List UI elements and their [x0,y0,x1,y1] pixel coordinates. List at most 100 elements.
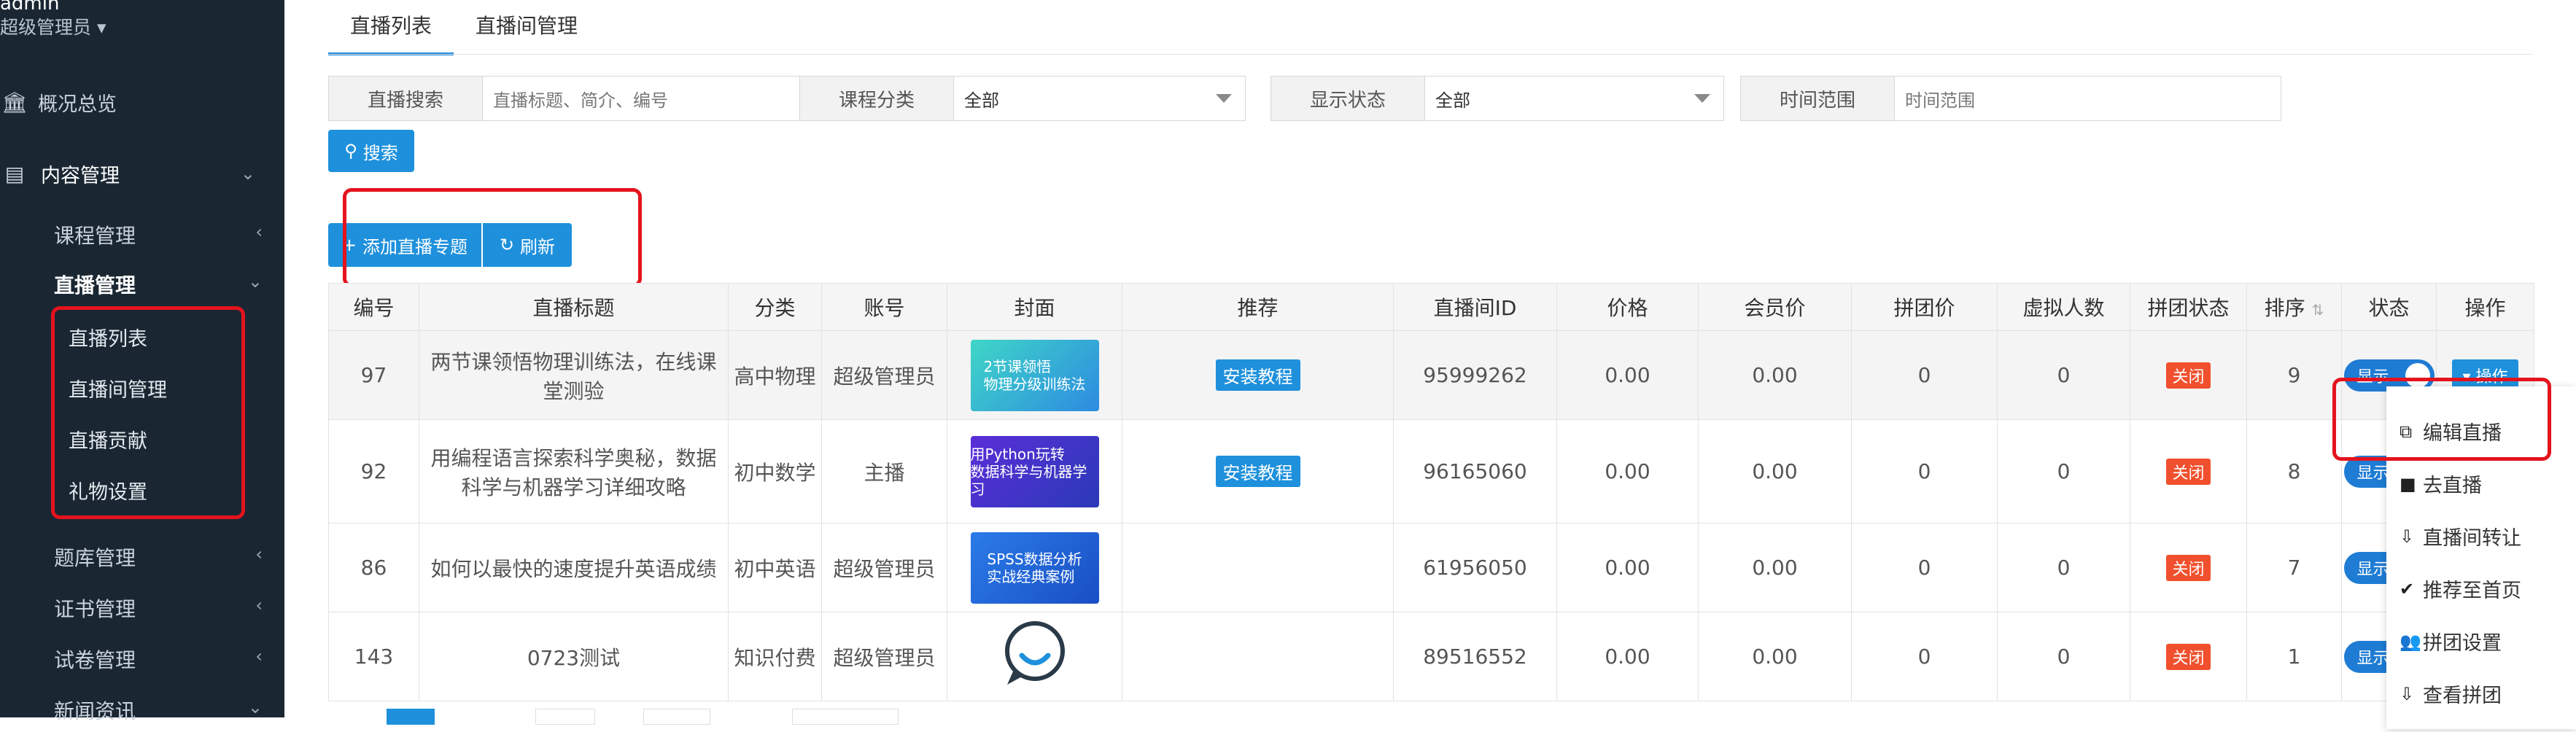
sidebar-item-news[interactable]: 新闻资讯 [54,688,136,732]
cell-recommend: 安装教程 [1122,419,1394,523]
cell-recommend [1122,612,1394,701]
username[interactable]: admin [0,0,59,15]
cell-group-price: 0 [1851,612,1998,701]
cell-vip-price: 0.00 [1698,330,1852,420]
search-button[interactable]: ⚲ 搜索 [328,130,414,172]
time-range-filter: 时间范围 时间范围 [1740,76,2281,121]
col-header: 状态 [2341,283,2437,331]
table-row: 86 如何以最快的速度提升英语成绩 初中英语 超级管理员 SPSS数据分析 实战… [328,523,2534,612]
col-header: 拼团价 [1851,283,1998,331]
table-row: 97 两节课领悟物理训练法，在线课堂测验 高中物理 超级管理员 2节课领悟 物理… [328,330,2534,420]
cell-virtual: 0 [1997,523,2130,612]
highlight-box-sidebar [51,306,245,519]
col-header-sortable[interactable]: 排序 ⇅ [2246,283,2342,331]
chevron-left-icon: ‹ [255,222,263,242]
cell-cover [947,612,1122,701]
cell-sort: 9 [2246,330,2342,420]
pagination-page[interactable] [535,709,595,725]
table-row: 143 0723测试 知识付费 超级管理员 89516552 0.00 0.00… [328,612,2534,701]
col-header: 直播间ID [1393,283,1557,331]
pagination-page[interactable] [387,709,435,725]
col-header: 推荐 [1122,283,1394,331]
live-search-filter: 直播搜索 直播标题、简介、编号 [328,76,808,121]
sort-icon: ⇅ [2311,301,2324,319]
cell-id: 92 [328,419,419,523]
pagination-size[interactable] [792,709,899,725]
menu-item-go-live[interactable]: ■ 去直播 [2400,470,2482,498]
tab-divider [328,54,2532,55]
users-icon: 👥 [2400,631,2421,652]
col-header: 封面 [947,283,1122,331]
sidebar-item-certificate[interactable]: 证书管理 [54,586,136,630]
cell-room-id: 61956050 [1393,523,1557,612]
cell-group-status: 关闭 [2130,330,2247,420]
sidebar-item-exam[interactable]: 试卷管理 [54,637,136,681]
menu-item-view-group[interactable]: ⇩ 查看拼团 [2400,680,2502,708]
status-badge: 关闭 [2166,362,2211,389]
cell-price: 0.00 [1556,419,1699,523]
col-header: 虚拟人数 [1997,283,2130,331]
sidebar-item-overview[interactable]: 🏛 概况总览 [0,80,117,124]
menu-item-recommend-home[interactable]: ✔ 推荐至首页 [2400,575,2521,603]
cell-group-price: 0 [1851,419,1998,523]
cell-sort: 8 [2246,419,2342,523]
sidebar-item-live[interactable]: 直播管理 [54,262,136,306]
cell-room-id: 95999262 [1393,330,1557,420]
recommend-tag[interactable]: 安装教程 [1215,359,1300,391]
sidebar-item-course[interactable]: 课程管理 [54,213,273,257]
highlight-box-edit-live [2332,378,2551,461]
cell-group-status: 关闭 [2130,612,2247,701]
cell-cover: 用Python玩转 数据科学与机器学习 [947,419,1122,523]
category-select[interactable]: 全部 [954,77,1245,120]
cell-id: 143 [328,612,419,701]
chevron-down-icon: ⌄ [240,163,255,184]
live-search-input[interactable]: 直播标题、简介、编号 [483,77,807,120]
cell-group-price: 0 [1851,523,1998,612]
cell-account: 超级管理员 [821,330,947,420]
category-filter: 课程分类 全部 [799,76,1246,121]
newspaper-icon: ▤ [4,161,25,186]
pagination-page[interactable] [643,709,710,725]
col-header: 拼团状态 [2130,283,2247,331]
bank-icon: 🏛 [1,90,28,114]
menu-item-transfer-room[interactable]: ⇩ 直播间转让 [2400,522,2521,550]
cell-category: 初中数学 [728,419,822,523]
user-role[interactable]: 超级管理员 ▾ [0,13,106,39]
cell-sort: 1 [2246,612,2342,701]
cell-vip-price: 0.00 [1698,419,1852,523]
cell-vip-price: 0.00 [1698,612,1852,701]
cell-sort: 7 [2246,523,2342,612]
col-header: 会员价 [1698,283,1852,331]
status-badge: 关闭 [2166,554,2211,581]
menu-item-group-settings[interactable]: 👥 拼团设置 [2400,627,2502,655]
time-range-input[interactable]: 时间范围 [1895,77,2281,120]
cell-group-status: 关闭 [2130,419,2247,523]
cell-recommend [1122,523,1394,612]
chevron-down-icon: ⌄ [247,697,263,717]
main-content: 直播列表 直播间管理 直播搜索 直播标题、简介、编号 课程分类 全部 显示状态 … [284,0,2576,725]
cell-recommend: 安装教程 [1122,330,1394,420]
cell-price: 0.00 [1556,330,1699,420]
table-row: 92 用编程语言探索科学奥秘，数据科学与机器学习详细攻略 初中数学 主播 用Py… [328,419,2534,523]
cell-category: 知识付费 [728,612,822,701]
sidebar-item-question-bank[interactable]: 题库管理 [54,535,136,579]
filter-label: 直播搜索 [329,77,483,120]
tab-live-room[interactable]: 直播间管理 [454,0,600,55]
col-header: 分类 [728,283,822,331]
status-badge: 关闭 [2166,643,2211,670]
download-icon: ⇩ [2400,683,2415,704]
cell-group-status: 关闭 [2130,523,2247,612]
status-badge: 关闭 [2166,458,2211,485]
status-select[interactable]: 全部 [1425,77,1723,120]
video-camera-icon: ■ [2400,473,2416,494]
sidebar-item-content[interactable]: ▤ 内容管理 ⌄ [0,152,284,195]
cell-vip-price: 0.00 [1698,523,1852,612]
cell-id: 97 [328,330,419,420]
cell-cover: 2节课领悟 物理分级训练法 [947,330,1122,420]
live-table: 编号 直播标题 分类 账号 封面 推荐 直播间ID 价格 会员价 拼团价 虚拟人… [328,283,2534,701]
tab-live-list[interactable]: 直播列表 [328,0,454,55]
cell-room-id: 89516552 [1393,612,1557,701]
cover-image: 2节课领悟 物理分级训练法 [970,339,1099,411]
cell-account: 主播 [821,419,947,523]
recommend-tag[interactable]: 安装教程 [1215,456,1300,487]
